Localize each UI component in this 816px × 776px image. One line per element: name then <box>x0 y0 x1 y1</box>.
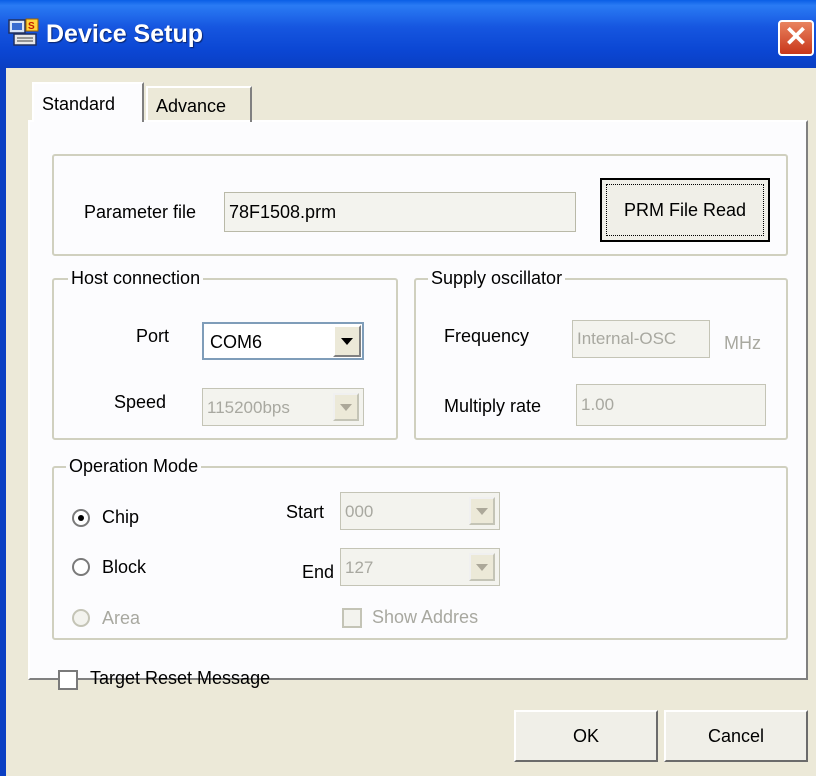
supply-oscillator-legend: Supply oscillator <box>428 268 566 289</box>
end-dropdown: 127 <box>340 548 500 586</box>
chevron-down-icon <box>340 403 352 411</box>
parameter-file-label: Parameter file <box>84 202 197 222</box>
cancel-label: Cancel <box>707 725 765 746</box>
area-radio <box>72 609 90 627</box>
port-label: Port <box>136 326 170 346</box>
end-label: End <box>302 562 335 582</box>
frequency-unit: MHz <box>724 333 761 353</box>
ok-button[interactable]: OK <box>514 710 658 762</box>
speed-value: 115200bps <box>207 398 290 417</box>
multiply-rate-label: Multiply rate <box>444 396 542 416</box>
speed-label: Speed <box>114 392 167 412</box>
show-address-label: Show Addres <box>372 607 479 627</box>
tab-standard-label: Standard <box>42 94 116 114</box>
target-reset-label[interactable]: Target Reset Message <box>90 668 270 689</box>
window-border <box>0 68 6 776</box>
chip-label[interactable]: Chip <box>102 507 139 528</box>
speed-dropdown-button <box>333 393 359 421</box>
start-dropdown: 000 <box>340 492 500 530</box>
chip-radio[interactable] <box>72 509 90 527</box>
target-reset-checkbox[interactable] <box>58 670 78 690</box>
operation-mode-legend: Operation Mode <box>66 456 202 477</box>
chevron-down-icon <box>341 337 353 345</box>
tab-advance-label: Advance <box>156 96 227 116</box>
svg-text:S: S <box>28 21 35 32</box>
tab-advance[interactable]: Advance <box>146 86 252 122</box>
block-radio[interactable] <box>72 558 90 576</box>
window-title: Device Setup <box>46 20 204 48</box>
ok-label: OK <box>572 725 599 746</box>
prm-file-read-label: PRM File Read <box>623 199 747 220</box>
tab-standard[interactable]: Standard <box>32 82 144 122</box>
show-address-checkbox <box>342 608 362 628</box>
chevron-down-icon <box>476 563 488 571</box>
parameter-file-field: 78F1508.prm <box>224 192 576 232</box>
start-label: Start <box>286 502 325 522</box>
close-button[interactable]: ✕ <box>778 20 814 56</box>
close-icon: ✕ <box>784 21 808 52</box>
port-dropdown-button[interactable] <box>333 325 361 357</box>
block-label[interactable]: Block <box>102 557 146 578</box>
end-dropdown-button <box>469 553 495 581</box>
cancel-button[interactable]: Cancel <box>664 710 808 762</box>
frequency-label: Frequency <box>444 326 530 346</box>
prm-file-read-button[interactable]: PRM File Read <box>600 178 770 242</box>
port-dropdown[interactable]: COM6 <box>202 322 364 360</box>
start-value: 000 <box>345 502 374 521</box>
multiply-rate-field: 1.00 <box>576 384 766 426</box>
start-dropdown-button <box>469 497 495 525</box>
chevron-down-icon <box>476 507 488 515</box>
frequency-field: Internal-OSC <box>572 320 710 358</box>
app-icon: S <box>8 18 40 48</box>
end-value: 127 <box>345 558 374 577</box>
port-value: COM6 <box>210 332 263 352</box>
area-label: Area <box>102 608 141 628</box>
host-connection-legend: Host connection <box>68 268 204 289</box>
speed-dropdown: 115200bps <box>202 388 364 426</box>
